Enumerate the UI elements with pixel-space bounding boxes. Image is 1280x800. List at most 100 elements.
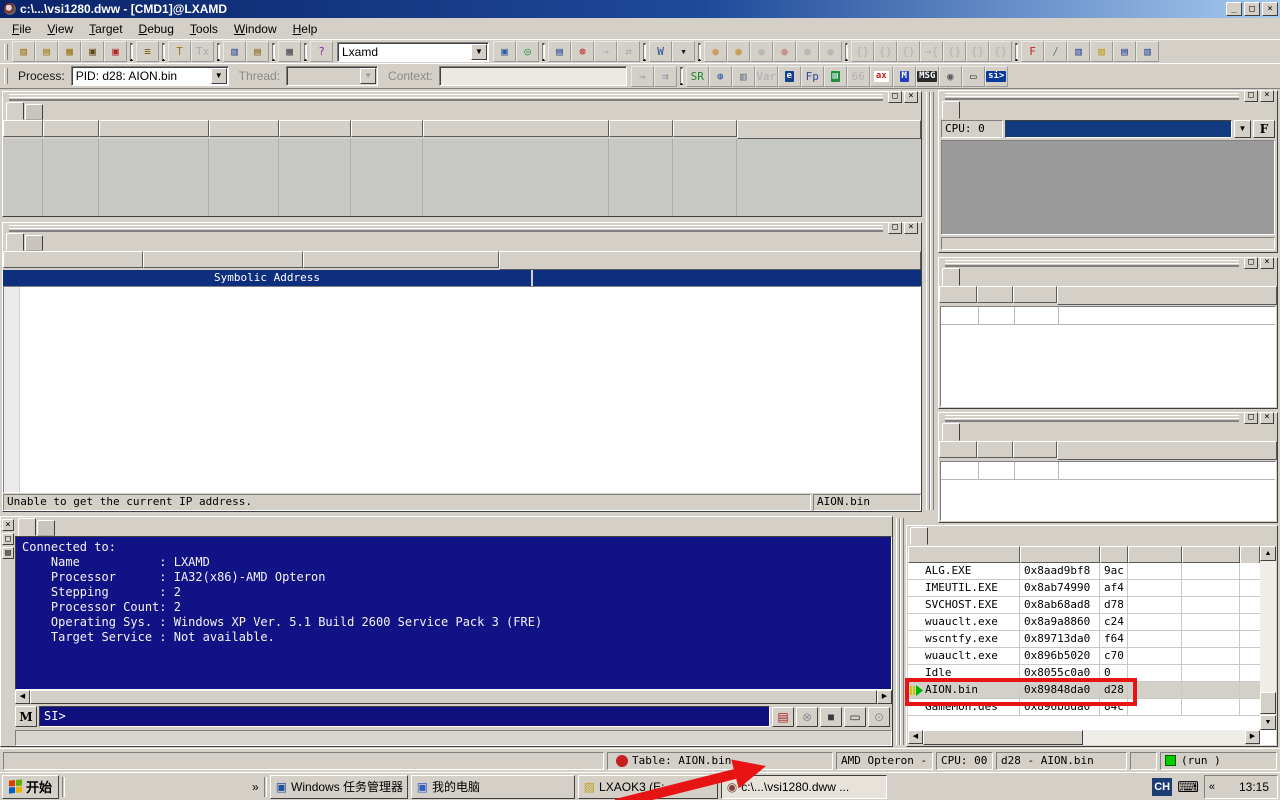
column-header[interactable] bbox=[99, 120, 209, 137]
chevron-down-icon[interactable]: ▼ bbox=[471, 43, 487, 60]
msg-icon[interactable]: MSG bbox=[915, 65, 939, 87]
locals-table-body[interactable] bbox=[940, 461, 1276, 521]
find-window-button[interactable]: ▭ bbox=[844, 706, 866, 727]
notes-icon[interactable]: ≡ bbox=[136, 41, 159, 62]
console-output[interactable]: Connected to: Name : LXAMD Processor : I… bbox=[15, 536, 892, 690]
print-icon[interactable]: ▦ bbox=[278, 41, 301, 62]
restart-icon[interactable]: ⇄ bbox=[617, 41, 640, 62]
pane-gripper[interactable]: □ × bbox=[939, 89, 1277, 102]
scrollbar-thumb[interactable] bbox=[923, 730, 1083, 745]
tab[interactable] bbox=[942, 423, 960, 441]
target-clear-icon[interactable]: Tx bbox=[191, 41, 214, 62]
tab[interactable] bbox=[6, 102, 24, 120]
menu-item[interactable]: Help bbox=[285, 20, 326, 38]
tab[interactable] bbox=[910, 527, 928, 545]
ALG.EXE[interactable]: ALG.EXE 0x8aad9bf8 9ac bbox=[908, 563, 1260, 580]
close-window-icon[interactable]: ▣ bbox=[104, 41, 127, 62]
copy-icon[interactable]: ▥ bbox=[223, 41, 246, 62]
tab[interactable] bbox=[6, 233, 24, 251]
chevron-down-icon[interactable]: ▼ bbox=[1234, 120, 1251, 138]
book-icon[interactable]: ▤ bbox=[823, 65, 847, 87]
column-header[interactable] bbox=[3, 120, 43, 137]
chevron-down-icon[interactable]: ▼ bbox=[210, 68, 227, 84]
process-combo[interactable]: PID: d28: AION.bin ▼ bbox=[70, 66, 229, 86]
e-icon[interactable]: e bbox=[777, 65, 801, 87]
menu-item[interactable]: Tools bbox=[182, 20, 226, 38]
scrollbar-thumb[interactable] bbox=[30, 690, 877, 704]
wscntfy.exe[interactable]: wscntfy.exe 0x89713da0 f64 bbox=[908, 631, 1260, 648]
tab[interactable] bbox=[942, 101, 960, 119]
chevron-more-icon[interactable]: » bbox=[250, 780, 261, 794]
new-window-icon[interactable]: ▤ bbox=[35, 41, 58, 62]
toolbar-grip[interactable] bbox=[4, 68, 8, 84]
AION.bin[interactable]: AION.bin 0x89848da0 d28 bbox=[908, 682, 1260, 699]
hand-attach-icon[interactable]: ● bbox=[704, 41, 727, 62]
GameMon.des[interactable]: GameMon.des 0x896b8da0 84c bbox=[908, 699, 1260, 716]
hand-wait-icon[interactable]: ● bbox=[796, 41, 819, 62]
script-icon[interactable]: SR bbox=[685, 65, 709, 87]
menu-item[interactable]: Debug bbox=[131, 20, 182, 38]
vertical-splitter[interactable] bbox=[896, 518, 904, 745]
column-header[interactable] bbox=[279, 120, 351, 137]
column-header[interactable] bbox=[939, 286, 977, 303]
clear-output-button[interactable]: ⊗ bbox=[796, 706, 818, 727]
paste-icon[interactable]: ▤ bbox=[246, 41, 269, 62]
wuauclt.exe[interactable]: wuauclt.exe 0x8a9a8860 c24 bbox=[908, 614, 1260, 631]
context-input[interactable] bbox=[438, 66, 627, 86]
pane-gripper[interactable]: □ × bbox=[3, 90, 921, 103]
flags-button[interactable]: F bbox=[1253, 120, 1275, 138]
edit-source-icon[interactable]: / bbox=[1044, 41, 1067, 62]
scroll-right-icon[interactable]: ▶ bbox=[877, 690, 892, 704]
watch-window-icon[interactable]: W bbox=[649, 41, 672, 62]
hand-detach-icon[interactable]: ● bbox=[727, 41, 750, 62]
column-header[interactable] bbox=[908, 546, 1020, 563]
keyboard-icon[interactable]: ⌨ bbox=[1175, 778, 1201, 796]
column-header[interactable] bbox=[977, 441, 1013, 458]
new-doc-icon[interactable]: ▤ bbox=[1113, 41, 1136, 62]
IMEUTIL.EXE[interactable]: IMEUTIL.EXE 0x8ab74990 af4 bbox=[908, 580, 1260, 597]
step-into-asm-icon[interactable]: {} bbox=[943, 41, 966, 62]
scroll-up-icon[interactable]: ▲ bbox=[1260, 546, 1276, 561]
column-header[interactable] bbox=[1128, 546, 1182, 563]
tab[interactable] bbox=[25, 235, 43, 251]
process-step-icon[interactable]: ⇒ bbox=[630, 65, 654, 87]
column-header[interactable] bbox=[609, 120, 673, 137]
m-icon[interactable]: M bbox=[892, 65, 916, 87]
column-header[interactable] bbox=[673, 120, 737, 137]
column-header[interactable] bbox=[977, 286, 1013, 303]
wuauclt.exe[interactable]: wuauclt.exe 0x896b5020 c70 bbox=[908, 648, 1260, 665]
column-header[interactable] bbox=[303, 251, 499, 268]
menu-item[interactable]: View bbox=[39, 20, 81, 38]
step-over-asm-icon[interactable]: {} bbox=[966, 41, 989, 62]
pane-gripper[interactable]: □ × bbox=[939, 256, 1277, 269]
step-out-asm-icon[interactable]: {} bbox=[989, 41, 1012, 62]
column-header[interactable] bbox=[1013, 286, 1057, 303]
tab[interactable] bbox=[25, 104, 43, 120]
column-header[interactable] bbox=[43, 120, 99, 137]
scrollbar-thumb[interactable] bbox=[1260, 692, 1276, 714]
find-window-icon[interactable]: ▭ bbox=[961, 65, 985, 87]
float-pane-button[interactable]: □ bbox=[2, 533, 14, 545]
SVCHOST.EXE[interactable]: SVCHOST.EXE 0x8ab68ad8 d78 bbox=[908, 597, 1260, 614]
si-icon[interactable]: si> bbox=[984, 65, 1008, 87]
hand-break-icon[interactable]: ● bbox=[750, 41, 773, 62]
settings-button[interactable]: ⊙ bbox=[868, 706, 890, 727]
column-header[interactable] bbox=[209, 120, 279, 137]
close-pane-button[interactable]: × bbox=[2, 519, 14, 531]
breakpoint-list-icon[interactable]: F bbox=[1021, 41, 1044, 62]
log-doc-icon[interactable]: ▤ bbox=[548, 41, 571, 62]
column-header[interactable] bbox=[1100, 546, 1128, 563]
gears-icon[interactable]: ⊛ bbox=[708, 65, 732, 87]
scroll-down-icon[interactable]: ▼ bbox=[1260, 715, 1276, 730]
console-horizontal-scrollbar[interactable]: ◀ ▶ bbox=[15, 690, 892, 704]
hand-no-break-icon[interactable]: ● bbox=[773, 41, 796, 62]
stop-icon[interactable]: ⊗ bbox=[571, 41, 594, 62]
mouse-icon[interactable]: ◉ bbox=[938, 65, 962, 87]
help-icon[interactable]: ? bbox=[310, 41, 333, 62]
toolbar-grip[interactable] bbox=[4, 43, 8, 60]
minimize-button[interactable]: _ bbox=[1226, 2, 1242, 16]
menu-item[interactable]: Window bbox=[226, 20, 285, 38]
step-into-icon[interactable]: {} bbox=[851, 41, 874, 62]
column-header[interactable] bbox=[3, 251, 143, 268]
restore-button[interactable]: □ bbox=[1244, 2, 1260, 16]
